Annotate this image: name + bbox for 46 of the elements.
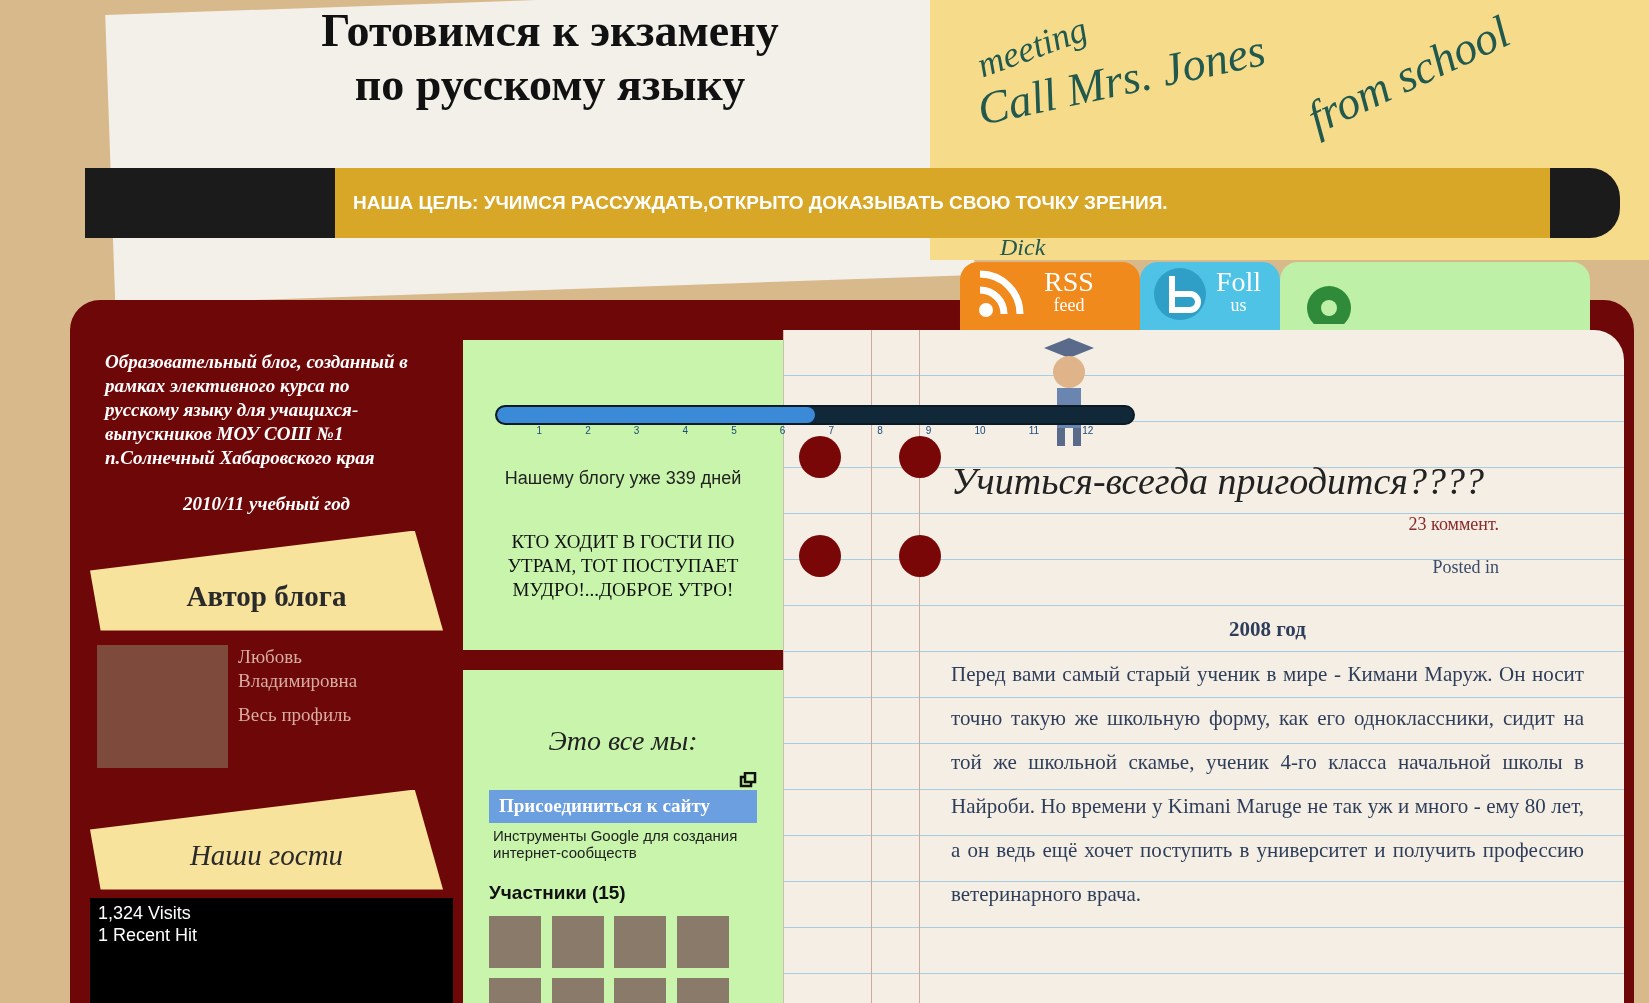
members-count: Участники (15) xyxy=(489,881,627,905)
quote-text: КТО ХОДИТ В ГОСТИ ПО УТРАМ, ТОТ ПОСТУПАЕТ МУДРО!...ДОБРОЕ УТРО! xyxy=(506,530,740,602)
widget-heading: Автор блога xyxy=(186,579,347,614)
post-category: Posted in xyxy=(1432,556,1499,579)
tab-label: Foll xyxy=(1216,268,1262,296)
author-name: Любовь Владимировна xyxy=(238,644,359,693)
tick-label: 1 xyxy=(536,425,543,437)
blog-motto: НАША ЦЕЛЬ: УЧИМСЯ РАССУЖДАТЬ,ОТКРЫТО ДОКАЗЫВАТЬ СВОЮ ТОЧКУ ЗРЕНИЯ. xyxy=(352,190,1168,215)
tick-label: 10 xyxy=(974,425,986,437)
days-counter-text: Нашему блогу уже 339 дней xyxy=(504,467,742,490)
tick-label: 3 xyxy=(633,425,640,437)
tick-label: 5 xyxy=(731,425,737,437)
tick-label: 2 xyxy=(585,425,591,437)
comments-link[interactable]: 23 коммент. xyxy=(1408,504,1499,544)
tab-sublabel: us xyxy=(1230,296,1247,314)
post-title[interactable]: Учиться-всегда пригодится???? xyxy=(951,458,1584,504)
tick-label: 9 xyxy=(925,425,932,437)
blog-title: Готовимся к экзамену по русскому языку xyxy=(320,4,780,112)
tab-sublabel: feed xyxy=(1053,296,1085,314)
members-heading: Это все мы: xyxy=(548,724,698,758)
blog-description: Образовательный блог, созданный в рамках элективного курса по русскому языку для учащихся-выпускников МОУ СОШ №1 п.Солнечный Хабаровского края xyxy=(102,350,409,470)
google-tools-text: Инструменты Google для создания интернет-сообществ xyxy=(492,827,739,861)
ring-hole xyxy=(899,535,941,577)
ring-hole xyxy=(799,436,841,478)
tick-label: 12 xyxy=(1082,425,1094,437)
member-photo-placeholder[interactable] xyxy=(551,915,604,968)
tick-label: 11 xyxy=(1028,425,1040,437)
tick-label: 7 xyxy=(828,425,835,437)
member-photo-placeholder[interactable] xyxy=(676,915,729,968)
handwritten-note: Dick xyxy=(1000,234,1046,260)
tick-label: 6 xyxy=(779,425,786,437)
ring-hole xyxy=(899,436,941,478)
tick-label: 4 xyxy=(682,425,689,437)
widget-heading: Наши гости xyxy=(189,838,344,873)
social-tab[interactable] xyxy=(1280,262,1590,330)
post-subheading: 2008 год xyxy=(1229,616,1306,643)
tab-label: RSS xyxy=(1044,268,1094,296)
popout-icon[interactable] xyxy=(739,772,757,788)
post-paragraph: Перед вами самый старый ученик в мире - Кимани Маруж. Он носит точно такую же школьную форму, как его одноклассники, сидит на той же школьной скамье, ученик 4-го класса начальной школы в Найроби. Но времени у Kimani Maruge не так уж и много - ему 80 лет, а он ведь ещё хочет поступить в университет и получить профессию ветеринарного врача. xyxy=(951,661,1584,908)
profile-link[interactable]: Весь профиль xyxy=(238,702,408,727)
bird-letter-icon xyxy=(1154,268,1206,320)
visit-stat: 1 Recent Hit xyxy=(98,923,199,946)
visit-stat: 1,324 Visits xyxy=(98,901,192,924)
tick-label: 8 xyxy=(877,425,883,437)
school-year: 2010/11 учебный год xyxy=(182,492,351,516)
ring-hole xyxy=(799,535,841,577)
